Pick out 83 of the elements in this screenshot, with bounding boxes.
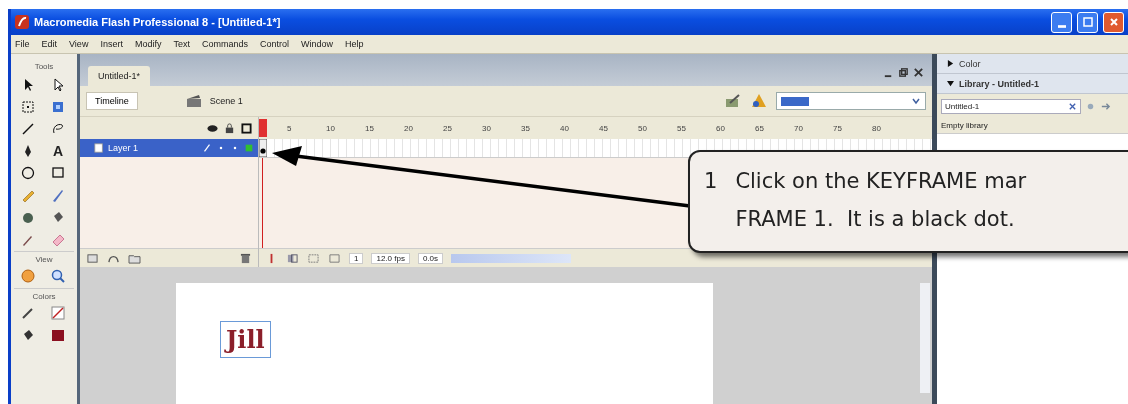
close-icon[interactable] (913, 67, 924, 78)
step-number: 1 (704, 168, 718, 195)
frame-number: 5 (287, 123, 293, 133)
fill-color-icon[interactable] (50, 305, 66, 321)
horizontal-scrollbar[interactable] (451, 253, 572, 263)
frame-number: 65 (755, 123, 765, 133)
frame-number: 75 (833, 123, 843, 133)
text-object[interactable]: Jill (220, 321, 271, 358)
layer-row[interactable]: Layer 1 (80, 139, 258, 157)
text-tool-icon[interactable]: A (50, 143, 66, 159)
app-icon (15, 15, 29, 29)
window-title: Macromedia Flash Professional 8 - [Untitled-1*] (34, 16, 281, 28)
current-frame: 1 (349, 252, 364, 264)
frame-number: 15 (365, 123, 375, 133)
close-button[interactable] (1103, 11, 1124, 33)
panel-header[interactable]: Color (937, 54, 1128, 74)
minimize-button[interactable] (1051, 11, 1072, 33)
elapsed-time: 0.0s (417, 252, 444, 264)
eye-icon[interactable] (207, 122, 218, 134)
folder-icon[interactable] (128, 252, 141, 264)
trash-icon[interactable] (239, 252, 252, 264)
frame-number: 25 (443, 123, 453, 133)
minimize-icon (1057, 24, 1066, 28)
menu-item[interactable]: View (69, 39, 89, 49)
collapsed-triangle-icon (947, 60, 954, 67)
frame-number: 60 (716, 123, 726, 133)
menu-item[interactable]: Help (345, 39, 364, 49)
menu-item[interactable]: Commands (201, 39, 248, 49)
oval-tool-icon[interactable] (20, 165, 36, 181)
vertical-scrollbar[interactable] (920, 283, 930, 393)
layer-icon (94, 143, 104, 153)
colors-title: Colors (14, 288, 74, 301)
expanded-triangle-icon (947, 80, 954, 87)
menu-item[interactable]: Insert (100, 39, 123, 49)
hand-tool-icon[interactable] (20, 268, 36, 284)
lock-icon[interactable] (224, 122, 235, 134)
frame-rate: 12.0 fps (371, 252, 410, 264)
outline-icon[interactable] (241, 122, 252, 134)
zoom-dropdown[interactable] (776, 92, 926, 110)
line-tool-icon[interactable] (20, 121, 36, 137)
view-title: View (14, 251, 74, 264)
brush-tool-icon[interactable] (50, 187, 66, 203)
stroke-color-icon[interactable] (20, 305, 36, 321)
zoom-tool-icon[interactable] (50, 268, 66, 284)
edit-symbols-icon[interactable] (724, 93, 742, 109)
shapes-icon[interactable] (750, 93, 768, 109)
menu-item[interactable]: Edit (41, 39, 58, 49)
frame-number: 70 (794, 123, 804, 133)
close-icon (1108, 17, 1119, 27)
frame-number: 45 (599, 123, 609, 133)
frame-number: 40 (560, 123, 570, 133)
frame-number: 55 (677, 123, 687, 133)
menu-item[interactable]: Window (300, 39, 333, 49)
maximize-button[interactable] (1077, 11, 1098, 33)
menu-item[interactable]: File (15, 39, 30, 49)
instruction-text: Click on the KEYFRAME mar FRAME 1. It is a black dot. (735, 168, 1027, 233)
rectangle-tool-icon[interactable] (50, 165, 66, 181)
library-status: Empty library (937, 118, 1128, 134)
onion-skin-icon[interactable] (286, 252, 299, 264)
color-swatch-icon[interactable] (50, 327, 66, 343)
frame-number: 50 (638, 123, 648, 133)
frame-number: 30 (482, 123, 492, 133)
menu-item[interactable]: Control (259, 39, 289, 49)
restore-icon[interactable] (898, 67, 909, 78)
document-tab[interactable]: Untitled-1* (88, 66, 151, 87)
clear-icon (1068, 101, 1077, 111)
clapper-icon (185, 94, 202, 108)
insert-layer-icon[interactable] (86, 252, 99, 264)
gradient-tool-icon[interactable] (50, 99, 66, 115)
frame-number: 10 (326, 123, 336, 133)
pencil-icon (202, 143, 212, 153)
menu-item[interactable]: Modify (134, 39, 162, 49)
frame-number: 80 (872, 123, 882, 133)
transform-tool-icon[interactable] (20, 99, 36, 115)
frame-number: 20 (404, 123, 414, 133)
frame-number: 35 (521, 123, 531, 133)
scene-label[interactable]: Scene 1 (209, 96, 243, 106)
library-dropdown[interactable]: Untitled-1 (941, 98, 1081, 114)
maximize-icon (1082, 17, 1093, 27)
panel-header[interactable]: Library - Untitled-1 (937, 74, 1128, 94)
tools-title: Tools (34, 62, 54, 71)
menu-item[interactable]: Text (173, 39, 190, 49)
timeline-button[interactable]: Timeline (86, 92, 138, 110)
